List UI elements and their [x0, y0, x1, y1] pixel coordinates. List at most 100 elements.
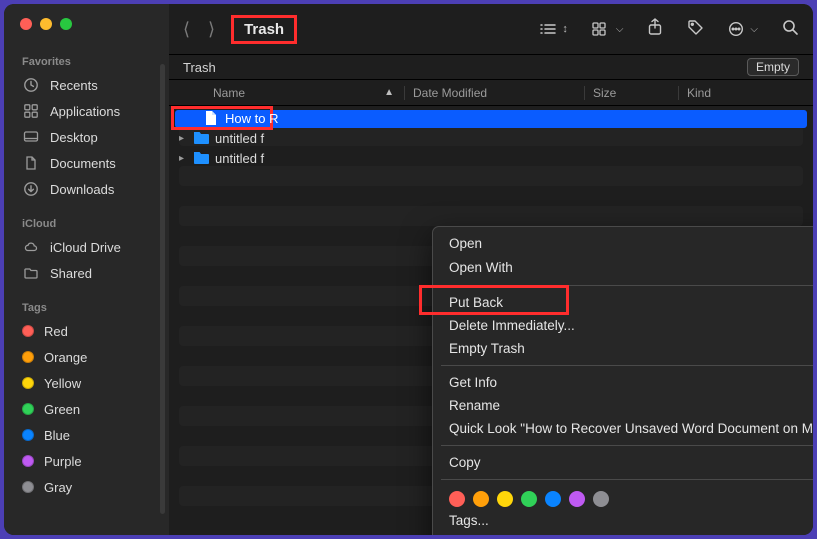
- sidebar-item-label: Red: [44, 324, 68, 339]
- ctx-tag-yellow[interactable]: [497, 491, 513, 507]
- tag-dot-icon: [22, 351, 34, 363]
- document-icon: [22, 155, 40, 171]
- finder-window: Favorites Recents Applications Desktop D…: [4, 4, 813, 535]
- sidebar-tag-yellow[interactable]: Yellow: [4, 370, 169, 396]
- sidebar-tag-blue[interactable]: Blue: [4, 422, 169, 448]
- ctx-item-open[interactable]: Open: [433, 232, 813, 255]
- ctx-item-empty-trash[interactable]: Empty Trash: [433, 337, 813, 360]
- tag-dot-icon: [22, 377, 34, 389]
- sidebar-item-label: Shared: [50, 266, 92, 281]
- desktop-icon: [22, 129, 40, 145]
- sidebar-tag-gray[interactable]: Gray: [4, 474, 169, 500]
- empty-trash-button[interactable]: Empty: [747, 58, 799, 76]
- nav-back-button[interactable]: ⟨: [183, 19, 190, 40]
- ctx-item-copy[interactable]: Copy: [433, 451, 813, 474]
- sidebar-item-label: iCloud Drive: [50, 240, 121, 255]
- file-row[interactable]: ▸ untitled f: [169, 148, 813, 168]
- sidebar-item-recents[interactable]: Recents: [4, 72, 169, 98]
- sidebar-item-applications[interactable]: Applications: [4, 98, 169, 124]
- toolbar: ⟨ ⟩ Trash ↕ ⌵ ⌵: [169, 4, 813, 54]
- sidebar-item-label: Purple: [44, 454, 82, 469]
- sidebar-item-label: Downloads: [50, 182, 114, 197]
- disclosure-triangle-icon[interactable]: ▸: [179, 133, 191, 144]
- separator: [441, 445, 813, 446]
- sidebar-item-label: Yellow: [44, 376, 81, 391]
- clock-icon: [22, 77, 40, 93]
- sidebar-section-icloud: iCloud: [4, 202, 169, 234]
- sidebar-section-tags: Tags: [4, 286, 169, 318]
- app-grid-icon: [22, 103, 40, 119]
- actions-button[interactable]: ⌵: [728, 21, 758, 37]
- path-label: Trash: [183, 60, 216, 75]
- sidebar-tag-orange[interactable]: Orange: [4, 344, 169, 370]
- shared-folder-icon: [22, 265, 40, 281]
- ctx-tag-red[interactable]: [449, 491, 465, 507]
- file-row[interactable]: ▸ untitled f: [169, 128, 813, 148]
- view-list-button[interactable]: ↕: [539, 22, 568, 36]
- nav-forward-button[interactable]: ⟩: [208, 19, 215, 40]
- search-button[interactable]: [782, 19, 799, 40]
- tags-button[interactable]: [687, 19, 704, 40]
- minimize-window-button[interactable]: [40, 18, 52, 30]
- tag-dot-icon: [22, 325, 34, 337]
- ctx-item-rename[interactable]: Rename: [433, 394, 813, 417]
- sidebar: Favorites Recents Applications Desktop D…: [4, 4, 169, 535]
- sidebar-item-desktop[interactable]: Desktop: [4, 124, 169, 150]
- ctx-item-get-info[interactable]: Get Info: [433, 371, 813, 394]
- fullscreen-window-button[interactable]: [60, 18, 72, 30]
- column-header-kind[interactable]: Kind: [678, 86, 813, 100]
- sidebar-item-shared[interactable]: Shared: [4, 260, 169, 286]
- sidebar-item-label: Documents: [50, 156, 116, 171]
- download-icon: [22, 181, 40, 197]
- folder-icon: [193, 131, 209, 145]
- annotation-highlight-title: Trash: [231, 15, 297, 44]
- file-row-selected[interactable]: How to R: [169, 108, 813, 128]
- separator: [441, 365, 813, 366]
- ctx-tag-gray[interactable]: [593, 491, 609, 507]
- file-name: untitled f: [215, 131, 264, 146]
- sidebar-item-label: Orange: [44, 350, 87, 365]
- close-window-button[interactable]: [20, 18, 32, 30]
- document-file-icon: [203, 111, 219, 125]
- tag-dot-icon: [22, 481, 34, 493]
- sidebar-item-documents[interactable]: Documents: [4, 150, 169, 176]
- group-by-button[interactable]: ⌵: [592, 22, 624, 36]
- ctx-tag-blue[interactable]: [545, 491, 561, 507]
- file-list: How to R ▸ untitled f ▸ untitled f Open …: [169, 106, 813, 535]
- context-menu: Open Open With⟩ Put Back Delete Immediat…: [432, 226, 813, 535]
- sidebar-item-downloads[interactable]: Downloads: [4, 176, 169, 202]
- sidebar-item-label: Green: [44, 402, 80, 417]
- share-button[interactable]: [647, 18, 663, 40]
- ctx-item-tags[interactable]: Tags...: [433, 509, 813, 532]
- ctx-item-quick-look[interactable]: Quick Look "How to Recover Unsaved Word …: [433, 417, 813, 440]
- tag-dot-icon: [22, 429, 34, 441]
- path-bar: Trash Empty: [169, 54, 813, 80]
- ctx-item-open-with[interactable]: Open With⟩: [433, 255, 813, 280]
- sidebar-item-label: Applications: [50, 104, 120, 119]
- ctx-tag-green[interactable]: [521, 491, 537, 507]
- main-pane: ⟨ ⟩ Trash ↕ ⌵ ⌵ Trash Empty Name▲ Date M…: [169, 4, 813, 535]
- folder-icon: [193, 151, 209, 165]
- sidebar-item-label: Gray: [44, 480, 72, 495]
- ctx-tag-orange[interactable]: [473, 491, 489, 507]
- cloud-icon: [22, 239, 40, 255]
- disclosure-triangle-icon[interactable]: ▸: [179, 153, 191, 164]
- sidebar-section-favorites: Favorites: [4, 48, 169, 72]
- sidebar-item-label: Recents: [50, 78, 98, 93]
- ctx-item-put-back[interactable]: Put Back: [433, 291, 813, 314]
- sidebar-tag-red[interactable]: Red: [4, 318, 169, 344]
- ctx-item-delete-immediately[interactable]: Delete Immediately...: [433, 314, 813, 337]
- column-header-name[interactable]: Name▲: [169, 86, 404, 100]
- sidebar-item-icloud-drive[interactable]: iCloud Drive: [4, 234, 169, 260]
- column-header-size[interactable]: Size: [584, 86, 678, 100]
- window-title: Trash: [234, 18, 294, 41]
- column-header-date-modified[interactable]: Date Modified: [404, 86, 584, 100]
- sort-ascending-icon: ▲: [384, 87, 394, 98]
- sidebar-tag-green[interactable]: Green: [4, 396, 169, 422]
- ctx-tag-purple[interactable]: [569, 491, 585, 507]
- window-controls: [4, 4, 169, 48]
- sidebar-scrollbar[interactable]: [160, 64, 165, 514]
- sidebar-tag-purple[interactable]: Purple: [4, 448, 169, 474]
- separator: [441, 479, 813, 480]
- tag-dot-icon: [22, 455, 34, 467]
